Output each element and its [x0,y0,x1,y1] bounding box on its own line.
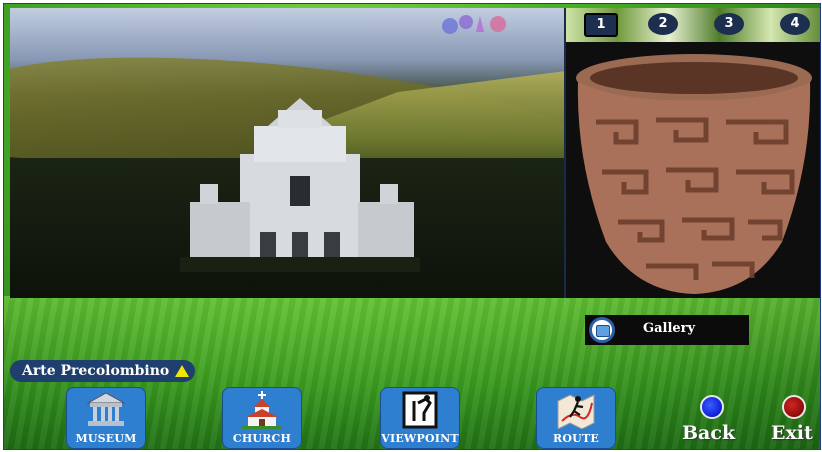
exit-circle-icon[interactable] [782,395,806,419]
tab-2[interactable]: 2 [648,13,678,35]
church-button[interactable]: CHURCH [222,387,302,449]
artifact-gallery-panel: 1 2 3 4 [566,8,820,298]
route-label: ROUTE [553,432,599,445]
camera-icon [589,317,615,343]
museum-icon [86,392,126,426]
route-icon [557,394,595,429]
viewpoint-button[interactable]: VIEWPOINT [380,387,460,449]
tab-3[interactable]: 3 [714,13,744,35]
ceramic-vessel-image [566,42,820,298]
section-arte-precolombino[interactable]: Arte Precolombino [10,360,196,382]
app-frame: 1 2 3 4 Gallery Arte Precolombino MUSEUM… [3,3,821,450]
tab-4[interactable]: 4 [780,13,810,35]
church-building-image [180,98,420,272]
gallery-button[interactable]: Gallery [585,315,749,345]
gallery-tabs: 1 2 3 4 [566,8,820,42]
logo-icon [442,15,506,34]
museum-label: MUSEUM [75,432,137,445]
section-label: Arte Precolombino [22,363,170,379]
gallery-label: Gallery [643,321,696,336]
triangle-up-icon [175,365,190,377]
back-button[interactable]: Back [682,422,735,444]
church-landscape-photo [10,8,566,298]
route-button[interactable]: ROUTE [536,387,616,449]
church-icon [242,391,282,429]
viewpoint-icon [402,391,438,429]
tab-1[interactable]: 1 [584,13,618,37]
back-circle-icon[interactable] [700,395,724,419]
viewpoint-label: VIEWPOINT [381,432,459,445]
church-label: CHURCH [232,432,292,445]
exit-button[interactable]: Exit [771,422,813,444]
museum-button[interactable]: MUSEUM [66,387,146,449]
